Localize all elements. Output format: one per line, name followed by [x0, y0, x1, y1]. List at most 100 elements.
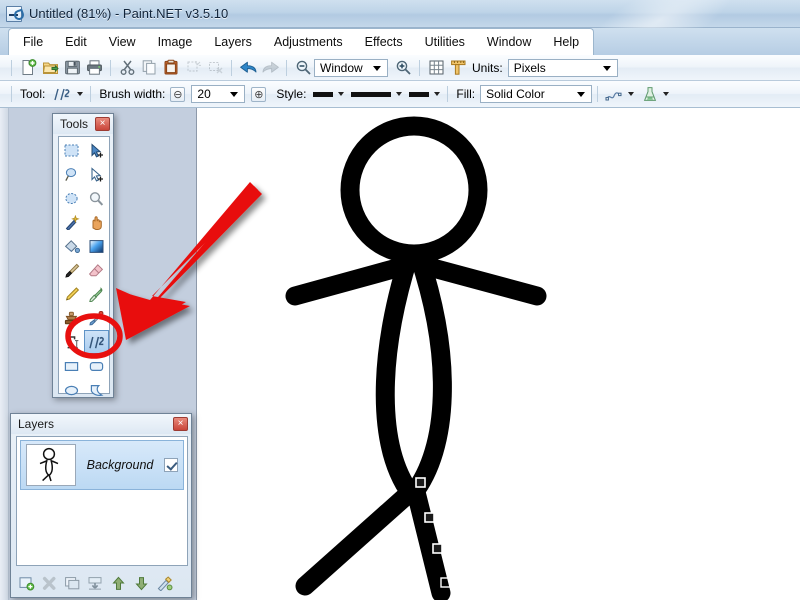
layers-palette: Layers × Background — [10, 413, 192, 598]
pan-hand-icon — [92, 215, 102, 230]
duplicate-layer-button[interactable] — [62, 574, 82, 593]
lasso-select-tool[interactable] — [59, 162, 84, 186]
units-combobox[interactable]: Pixels — [507, 58, 618, 77]
style-end-cap-combobox[interactable] — [407, 84, 442, 104]
image-canvas[interactable] — [196, 108, 800, 600]
eraser-tool[interactable] — [84, 258, 109, 282]
tool-combobox[interactable] — [50, 84, 85, 104]
menu-item-edit[interactable]: Edit — [54, 30, 98, 55]
move-selection-tool[interactable] — [84, 162, 109, 186]
figure-head — [340, 116, 488, 264]
save-icon[interactable] — [61, 57, 83, 78]
list-item[interactable]: Background — [20, 440, 184, 490]
clone-stamp-tool[interactable] — [59, 306, 84, 330]
antialiasing-combobox[interactable] — [640, 84, 671, 104]
pan-tool[interactable] — [84, 210, 109, 234]
chevron-down-icon — [77, 92, 84, 96]
rulers-icon[interactable] — [447, 57, 469, 78]
move-layer-up-button[interactable] — [108, 574, 128, 593]
brush-width-decrease-button[interactable]: ⊖ — [170, 86, 186, 102]
fill-combobox[interactable]: Solid Color — [480, 85, 593, 103]
chevron-down-icon — [663, 92, 670, 96]
pencil-tool[interactable] — [59, 282, 84, 306]
line-curve-icon — [89, 336, 104, 348]
freeform-shape-tool[interactable] — [84, 378, 109, 402]
layer-visibility-checkbox[interactable] — [164, 458, 178, 472]
close-icon[interactable]: × — [173, 417, 188, 431]
zoom-in-icon[interactable] — [392, 57, 414, 78]
style-label: Style: — [276, 87, 307, 101]
menu-item-layers[interactable]: Layers — [203, 30, 263, 55]
workspace-scrollbar[interactable] — [0, 108, 9, 600]
paintbrush-tool[interactable] — [59, 258, 84, 282]
tools-palette: Tools × — [52, 113, 114, 398]
line-curve-tool-icon — [54, 88, 70, 100]
zoom-out-icon[interactable] — [292, 57, 314, 78]
zoom-tool[interactable] — [84, 186, 109, 210]
layers-palette-titlebar[interactable]: Layers × — [11, 414, 191, 434]
move-selection-icon — [91, 166, 103, 182]
figure-leg-right — [405, 478, 451, 600]
color-picker-tool[interactable] — [84, 282, 109, 306]
toolbar-separator — [597, 86, 599, 102]
ellipse-select-tool[interactable] — [59, 186, 84, 210]
style-dash-combobox[interactable] — [349, 84, 404, 104]
merge-layer-down-button[interactable] — [85, 574, 105, 593]
text-tool[interactable] — [59, 330, 84, 354]
recolor-tool[interactable] — [84, 306, 109, 330]
brush-width-increase-button[interactable]: ⊕ — [251, 86, 267, 102]
print-icon[interactable] — [83, 57, 105, 78]
zoom-magnifier-icon — [89, 191, 104, 206]
rounded-rectangle-shape-tool[interactable] — [84, 354, 109, 378]
window-title: Untitled (81%) - Paint.NET v3.5.10 — [29, 6, 229, 21]
toolbar-separator — [447, 86, 449, 102]
zoom-level-combobox[interactable]: Window — [314, 58, 388, 77]
new-icon[interactable] — [17, 57, 39, 78]
delete-layer-button[interactable] — [39, 574, 59, 593]
paste-icon[interactable] — [160, 57, 182, 78]
line-curve-tool[interactable] — [84, 330, 109, 354]
menu-item-view[interactable]: View — [98, 30, 147, 55]
cut-icon[interactable] — [116, 57, 138, 78]
move-layer-down-button[interactable] — [131, 574, 151, 593]
figure-torso-left — [375, 246, 421, 504]
curve-type-combobox[interactable] — [603, 84, 636, 104]
menu-item-adjustments[interactable]: Adjustments — [263, 30, 354, 55]
menu-item-window[interactable]: Window — [476, 30, 542, 55]
lasso-select-icon — [65, 167, 77, 181]
brush-width-input[interactable]: 20 — [191, 85, 246, 103]
gradient-tool[interactable] — [84, 234, 109, 258]
deselect-all-icon[interactable] — [204, 57, 226, 78]
copy-icon[interactable] — [138, 57, 160, 78]
menu-item-effects[interactable]: Effects — [354, 30, 414, 55]
toolbar-separator — [286, 59, 287, 76]
move-selected-tool[interactable] — [84, 138, 109, 162]
title-bar: Untitled (81%) - Paint.NET v3.5.10 — [0, 0, 800, 81]
style-start-cap-combobox[interactable] — [311, 84, 346, 104]
menu-item-help[interactable]: Help — [542, 30, 590, 55]
units-label: Units: — [472, 60, 503, 75]
paint-bucket-tool[interactable] — [59, 234, 84, 258]
grid-icon[interactable] — [425, 57, 447, 78]
rectangle-select-tool[interactable] — [59, 138, 84, 162]
rectangle-shape-tool[interactable] — [59, 354, 84, 378]
menu-item-file[interactable]: File — [12, 30, 54, 55]
menu-item-image[interactable]: Image — [147, 30, 204, 55]
menu-item-utilities[interactable]: Utilities — [414, 30, 476, 55]
magic-wand-tool[interactable] — [59, 210, 84, 234]
redo-icon[interactable] — [259, 57, 281, 78]
layers-list: Background — [16, 436, 188, 566]
toolbar-separator — [419, 59, 420, 76]
layer-properties-button[interactable] — [154, 574, 174, 593]
open-icon[interactable] — [39, 57, 61, 78]
toolbar-separator — [231, 59, 232, 76]
add-new-layer-button[interactable] — [16, 574, 36, 593]
ellipse-shape-tool[interactable] — [59, 378, 84, 402]
tools-grid — [58, 136, 110, 396]
tools-palette-titlebar[interactable]: Tools × — [53, 114, 113, 134]
undo-icon[interactable] — [237, 57, 259, 78]
layer-name: Background — [86, 458, 154, 472]
crop-to-selection-icon[interactable] — [182, 57, 204, 78]
brush-width-label: Brush width: — [99, 87, 166, 101]
close-icon[interactable]: × — [95, 117, 110, 131]
